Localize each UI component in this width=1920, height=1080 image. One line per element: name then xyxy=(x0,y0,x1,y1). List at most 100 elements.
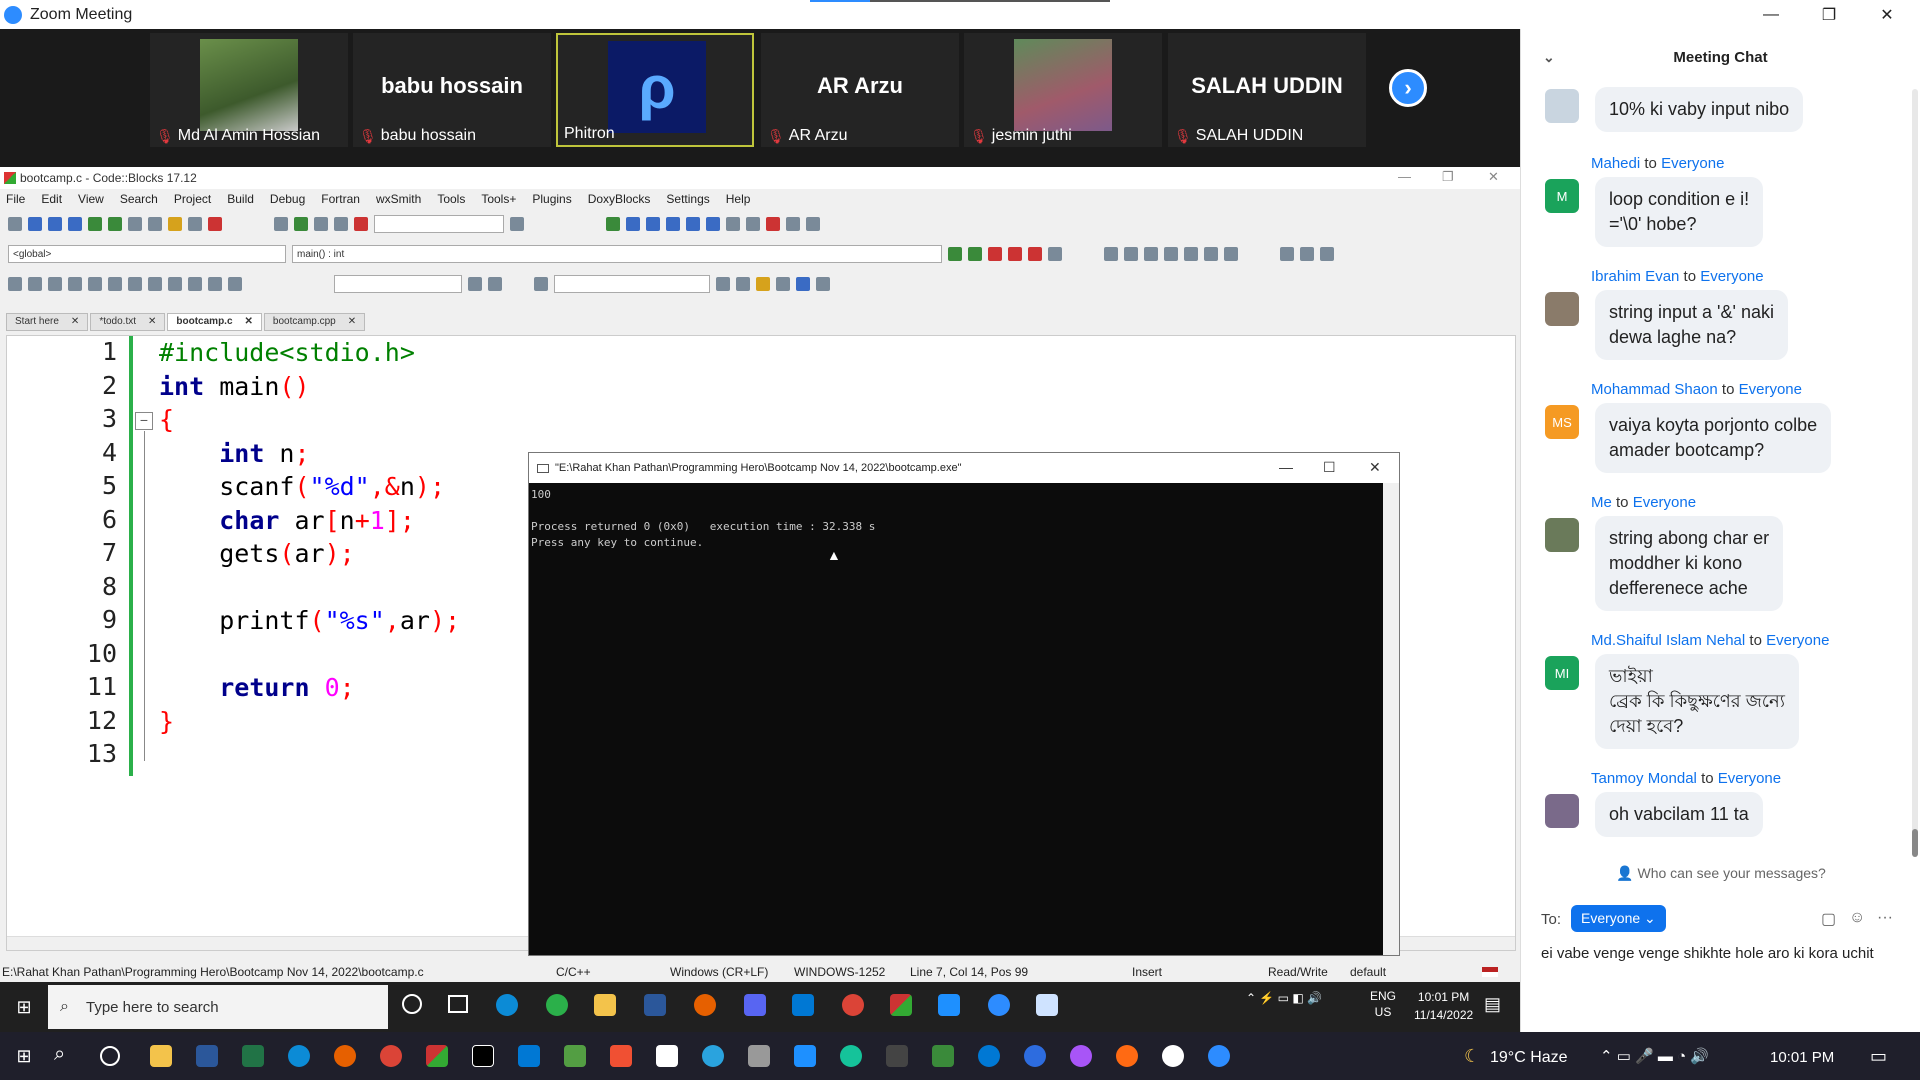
copy-icon[interactable] xyxy=(148,217,162,231)
prev-bookmark-icon[interactable] xyxy=(1008,247,1022,261)
windows-start-icon[interactable]: ⊞ xyxy=(10,993,38,1021)
doxy-preferences-icon[interactable] xyxy=(1224,247,1238,261)
app-icon[interactable] xyxy=(938,994,960,1016)
participant-tile[interactable]: 🎙 jesmin juthi xyxy=(964,33,1162,147)
tab-bootcamp-cpp[interactable]: bootcamp.cpp ✕ xyxy=(263,313,366,331)
console-window[interactable]: "E:\Rahat Khan Pathan\Programming Hero\B… xyxy=(528,452,1400,956)
weather-text[interactable]: 19°C Haze xyxy=(1490,1049,1568,1067)
app-icon[interactable] xyxy=(1162,1045,1184,1067)
paste-icon[interactable] xyxy=(168,217,182,231)
widget-icon[interactable] xyxy=(128,277,142,291)
minimize-icon[interactable]: — xyxy=(1279,459,1293,475)
menu-debug[interactable]: Debug xyxy=(270,192,305,206)
notification-icon[interactable]: ▤ xyxy=(1484,994,1501,1015)
excel-icon[interactable] xyxy=(242,1045,264,1067)
notion-icon[interactable] xyxy=(656,1045,678,1067)
step-into-icon[interactable] xyxy=(666,217,680,231)
app-icon[interactable] xyxy=(748,1045,770,1067)
open-file-icon[interactable] xyxy=(28,217,42,231)
edge-icon[interactable] xyxy=(288,1045,310,1067)
participant-tile[interactable]: SALAH UDDIN 🎙 SALAH UDDIN xyxy=(1168,33,1366,147)
host-clock[interactable]: 10:01 PM xyxy=(1770,1049,1834,1066)
run-to-cursor-icon[interactable] xyxy=(626,217,640,231)
comment-line-icon[interactable] xyxy=(1164,247,1178,261)
edge-icon[interactable] xyxy=(496,994,518,1016)
save-all-icon[interactable] xyxy=(68,217,82,231)
discord-icon[interactable] xyxy=(744,994,766,1016)
fold-collapse-icon[interactable]: − xyxy=(135,412,153,430)
messenger-icon[interactable] xyxy=(1070,1045,1092,1067)
restore-icon[interactable]: ❐ xyxy=(1800,0,1858,29)
emoji-icon[interactable]: ☺ xyxy=(1849,909,1865,927)
run-doxywizard-icon[interactable] xyxy=(1184,247,1198,261)
git-icon[interactable] xyxy=(610,1045,632,1067)
close-icon[interactable]: ✕ xyxy=(1369,459,1381,476)
menu-edit[interactable]: Edit xyxy=(41,192,62,206)
close-tab-icon[interactable]: ✕ xyxy=(348,316,356,328)
menu-build[interactable]: Build xyxy=(227,192,254,206)
zoom-out-icon[interactable] xyxy=(188,277,202,291)
participant-tile-active[interactable]: ρ Phitron xyxy=(556,33,754,147)
nodejs-icon[interactable] xyxy=(564,1045,586,1067)
match-case-icon[interactable] xyxy=(796,277,810,291)
menu-plugins[interactable]: Plugins xyxy=(532,192,571,206)
chat-message-input[interactable]: ei vabe venge venge shikhte hole aro ki … xyxy=(1541,945,1874,962)
build-run-icon[interactable] xyxy=(314,217,328,231)
search-next-icon[interactable] xyxy=(736,277,750,291)
widget-icon[interactable] xyxy=(148,277,162,291)
participant-tile[interactable]: babu hossain 🎙 babu hossain xyxy=(353,33,551,147)
menu-search[interactable]: Search xyxy=(120,192,158,206)
regex-toggle-icon[interactable] xyxy=(816,277,830,291)
vscode-icon[interactable] xyxy=(792,994,814,1016)
close-tab-icon[interactable]: ✕ xyxy=(245,316,253,328)
highlight-icon[interactable] xyxy=(756,277,770,291)
step-out-icon[interactable] xyxy=(686,217,700,231)
cut-icon[interactable] xyxy=(128,217,142,231)
step-instruction-icon[interactable] xyxy=(726,217,740,231)
menu-wxsmith[interactable]: wxSmith xyxy=(376,192,421,206)
jump-end-icon[interactable] xyxy=(1320,247,1334,261)
stop-debug-icon[interactable] xyxy=(766,217,780,231)
code-content[interactable]: #include<stdio.h> int main() { int n; sc… xyxy=(159,336,460,771)
regex-icon[interactable] xyxy=(534,277,548,291)
save-icon[interactable] xyxy=(48,217,62,231)
tab-start-here[interactable]: Start here ✕ xyxy=(6,313,89,331)
tab-bootcamp-c[interactable]: bootcamp.c ✕ xyxy=(167,313,262,331)
file-explorer-icon[interactable] xyxy=(594,994,616,1016)
firefox-icon[interactable] xyxy=(334,1045,356,1067)
search-prev-icon[interactable] xyxy=(716,277,730,291)
find-icon[interactable] xyxy=(188,217,202,231)
new-file-icon[interactable] xyxy=(8,217,22,231)
debug-info-icon[interactable] xyxy=(806,217,820,231)
run-icon[interactable] xyxy=(294,217,308,231)
file-explorer-icon[interactable] xyxy=(150,1045,172,1067)
search-combo[interactable] xyxy=(334,275,462,293)
codeblocks-taskbar-icon[interactable] xyxy=(426,1045,448,1067)
tray-icons[interactable]: ⌃ ▭ 🎤 ▬ ◔ 🔊 xyxy=(1600,1047,1709,1065)
search-icon[interactable] xyxy=(468,277,482,291)
symbol-s-icon[interactable] xyxy=(208,277,222,291)
jump-back-icon[interactable] xyxy=(948,247,962,261)
doxy-line-icon[interactable] xyxy=(1124,247,1138,261)
widget-icon[interactable] xyxy=(108,277,122,291)
jump-start-icon[interactable] xyxy=(1280,247,1294,261)
menu-tools-plus[interactable]: Tools+ xyxy=(481,192,516,206)
undo-icon[interactable] xyxy=(88,217,102,231)
search-options-icon[interactable] xyxy=(488,277,502,291)
cortana-icon[interactable] xyxy=(100,1046,120,1066)
close-icon[interactable]: ✕ xyxy=(1488,169,1499,185)
notification-icon[interactable]: ▭ xyxy=(1870,1046,1887,1067)
word-icon[interactable] xyxy=(196,1045,218,1067)
chrome-icon[interactable] xyxy=(842,994,864,1016)
next-page-chevron-icon[interactable]: › xyxy=(1389,69,1427,107)
menu-view[interactable]: View xyxy=(78,192,104,206)
participant-tile[interactable]: AR Arzu 🎙 AR Arzu xyxy=(761,33,959,147)
console-scrollbar[interactable] xyxy=(1383,483,1399,955)
task-view-icon[interactable] xyxy=(448,995,468,1013)
menu-help[interactable]: Help xyxy=(726,192,751,206)
collapse-chevron-icon[interactable]: ⌄ xyxy=(1543,49,1555,66)
file-icon[interactable]: ▢ xyxy=(1821,909,1836,929)
tray-language[interactable]: ENG US xyxy=(1370,988,1396,1020)
widget-icon[interactable] xyxy=(28,277,42,291)
minimize-icon[interactable]: — xyxy=(1742,0,1800,29)
